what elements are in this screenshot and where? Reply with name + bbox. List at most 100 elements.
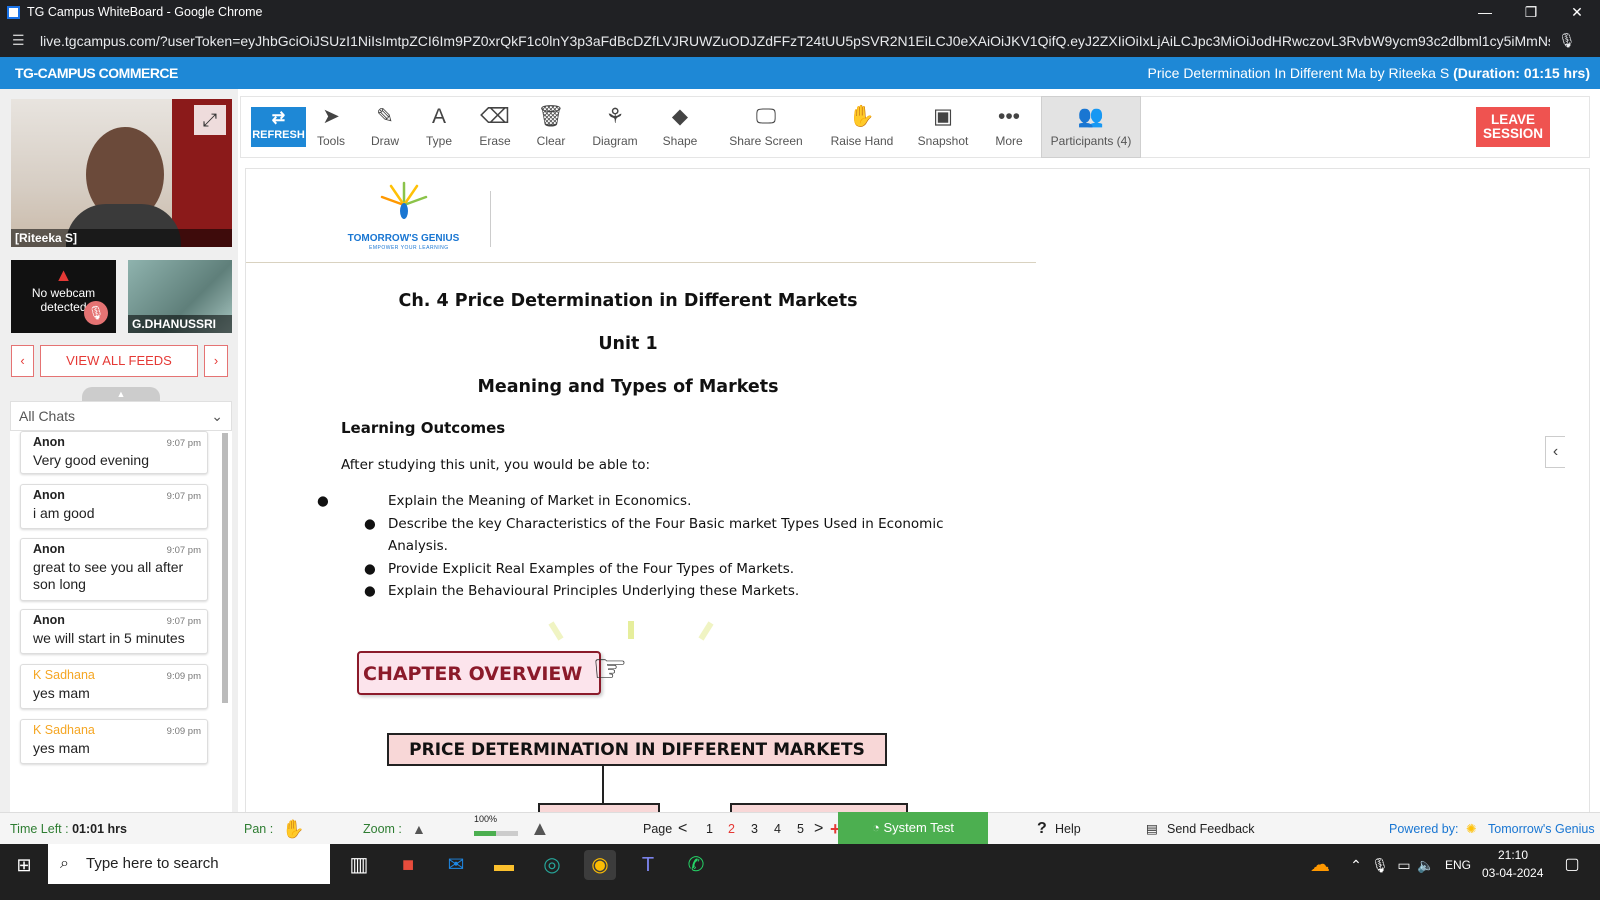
diagram-icon: ⚘ bbox=[605, 105, 625, 128]
taskbar-search[interactable]: ⌕ Type here to search bbox=[48, 844, 330, 884]
chrome-icon[interactable]: ◉ bbox=[584, 850, 616, 880]
clear-button[interactable]: 🗑 Clear bbox=[531, 97, 571, 157]
more-label: More bbox=[995, 134, 1023, 148]
edge-icon[interactable]: ◎ bbox=[536, 850, 568, 880]
system-test-button[interactable]: ◔ System Test bbox=[838, 812, 988, 844]
more-button[interactable]: ••• More bbox=[989, 97, 1029, 157]
chat-time: 9:07 pm bbox=[166, 438, 201, 449]
collapse-handle-icon[interactable]: ▲ bbox=[82, 387, 160, 401]
chat-time: 9:09 pm bbox=[166, 671, 201, 682]
zoom-in-icon[interactable]: ▲ bbox=[530, 813, 550, 845]
refresh-button[interactable]: ⇄ REFRESH bbox=[251, 107, 306, 147]
next-feed-button[interactable]: › bbox=[204, 345, 228, 377]
send-feedback-link[interactable]: Send Feedback bbox=[1167, 813, 1255, 845]
share-screen-button[interactable]: 🖵 Share Screen bbox=[721, 97, 811, 157]
mic-muted-icon: 🎙 bbox=[84, 301, 108, 325]
no-webcam-tile[interactable]: ▲ No webcam detected 🎙 bbox=[11, 260, 116, 333]
page-next-icon[interactable]: > bbox=[814, 813, 823, 845]
whiteboard-canvas[interactable]: TOMORROW'S GENIUS EMPOWER YOUR LEARNING … bbox=[245, 168, 1590, 828]
store-icon[interactable]: ■ bbox=[392, 850, 424, 880]
pencil-icon: ✎ bbox=[376, 105, 394, 128]
snapshot-button[interactable]: ▣ Snapshot bbox=[913, 97, 973, 157]
teams-icon[interactable]: T bbox=[632, 850, 664, 880]
site-settings-icon[interactable]: ☰ bbox=[12, 32, 28, 49]
chevron-down-icon: ⌄ bbox=[211, 407, 223, 424]
participants-icon: 👥 bbox=[1077, 105, 1105, 128]
outcome-text: Provide Explicit Real Examples of the Fo… bbox=[388, 560, 795, 577]
feedback-icon[interactable]: ▤ bbox=[1146, 813, 1158, 845]
participants-label: Participants (4) bbox=[1050, 134, 1132, 148]
whatsapp-icon[interactable]: ✆ bbox=[680, 850, 712, 880]
clock-time[interactable]: 21:10 bbox=[1498, 848, 1528, 862]
search-icon: ⌕ bbox=[60, 855, 69, 872]
leave-session-button[interactable]: LEAVE SESSION bbox=[1476, 107, 1550, 147]
chat-time: 9:07 pm bbox=[166, 491, 201, 502]
expand-icon[interactable]: ⤢ bbox=[194, 105, 226, 135]
logo-name: TOMORROW'S GENIUS bbox=[347, 233, 460, 244]
pan-hand-icon[interactable]: ✋ bbox=[282, 813, 304, 845]
address-bar[interactable]: ☰ live.tgcampus.com/?userToken=eyJhbGciO… bbox=[0, 24, 1600, 57]
chapter-title: Ch. 4 Price Determination in Different M… bbox=[398, 291, 858, 311]
chart-title-label: PRICE DETERMINATION IN DIFFERENT MARKETS bbox=[409, 740, 865, 760]
chat-filter-select[interactable]: All Chats ⌄ bbox=[10, 401, 232, 431]
page-5[interactable]: 5 bbox=[797, 813, 804, 845]
time-left: Time Left : 01:01 hrs bbox=[10, 813, 127, 845]
page-prev-icon[interactable]: < bbox=[678, 813, 687, 845]
erase-button[interactable]: ⌫ Erase bbox=[473, 97, 517, 157]
help-icon[interactable]: ? bbox=[1037, 813, 1047, 845]
raise-hand-button[interactable]: ✋ Raise Hand bbox=[824, 97, 900, 157]
file-explorer-icon[interactable]: ▬ bbox=[488, 850, 520, 880]
zoom-out-icon[interactable]: ▲ bbox=[412, 813, 426, 845]
type-button[interactable]: A Type bbox=[419, 97, 459, 157]
volume-icon[interactable]: 🔈 bbox=[1410, 850, 1442, 880]
outcome-text: Explain the Behavioural Principles Under… bbox=[388, 583, 800, 599]
weather-icon[interactable]: ☁ bbox=[1304, 850, 1336, 880]
close-icon[interactable]: ✕ bbox=[1554, 0, 1600, 24]
task-view-icon[interactable]: ▥ bbox=[343, 850, 375, 880]
clock-date[interactable]: 03-04-2024 bbox=[1482, 866, 1543, 880]
notification-icon[interactable]: ▢ bbox=[1556, 850, 1588, 880]
participants-button[interactable]: 👥 Participants (4) bbox=[1041, 96, 1141, 158]
draw-button[interactable]: ✎ Draw bbox=[365, 97, 405, 157]
language-indicator[interactable]: ENG bbox=[1445, 858, 1471, 872]
page-4[interactable]: 4 bbox=[774, 813, 781, 845]
chat-time: 9:09 pm bbox=[166, 726, 201, 737]
shape-button[interactable]: ◆ Shape bbox=[657, 97, 703, 157]
chat-scrollbar[interactable] bbox=[222, 433, 228, 703]
shape-icon: ◆ bbox=[671, 105, 689, 128]
outcome-item: ● Describe the key Characteristics of the… bbox=[364, 515, 944, 532]
left-panel: ⤢ [Riteeka S] ▲ No webcam detected 🎙 G.D… bbox=[0, 89, 238, 900]
windows-taskbar: ⊞ ⌕ Type here to search ▥ ■ ✉ ▬ ◎ ◉ T ✆ … bbox=[0, 844, 1600, 900]
chat-text: yes mam bbox=[33, 740, 90, 756]
help-link[interactable]: Help bbox=[1055, 813, 1081, 845]
page-1[interactable]: 1 bbox=[706, 813, 713, 845]
chat-text: great to see you all after son long bbox=[33, 559, 184, 592]
header-rule bbox=[246, 262, 1036, 263]
url-text[interactable]: live.tgcampus.com/?userToken=eyJhbGciOiJ… bbox=[40, 33, 1550, 49]
draw-label: Draw bbox=[370, 134, 399, 148]
mail-icon[interactable]: ✉ bbox=[440, 850, 472, 880]
participant-video[interactable]: G.DHANUSSRI bbox=[128, 260, 232, 333]
presenter-video[interactable]: ⤢ [Riteeka S] bbox=[11, 99, 232, 247]
chat-message: K Sadhana 9:09 pm yes mam bbox=[20, 664, 208, 709]
minimize-icon[interactable]: — bbox=[1462, 0, 1508, 24]
diagram-button[interactable]: ⚘ Diagram bbox=[587, 97, 643, 157]
view-all-feeds-button[interactable]: VIEW ALL FEEDS bbox=[40, 345, 198, 377]
learning-outcomes-heading: Learning Outcomes bbox=[341, 419, 506, 437]
side-panel-toggle-icon[interactable]: ‹ bbox=[1545, 436, 1565, 468]
chart-connector bbox=[602, 766, 604, 806]
zoom-slider[interactable] bbox=[474, 831, 518, 836]
prev-feed-button[interactable]: ‹ bbox=[11, 345, 34, 377]
page-2[interactable]: 2 bbox=[728, 813, 735, 845]
chat-list[interactable]: Anon 9:07 pm Very good evening Anon 9:07… bbox=[10, 431, 232, 871]
mic-icon[interactable]: 🎙 bbox=[1558, 32, 1576, 49]
tomorrows-genius-logo: TOMORROW'S GENIUS EMPOWER YOUR LEARNING bbox=[341, 179, 461, 251]
restore-icon[interactable]: ❐ bbox=[1508, 0, 1554, 24]
unit-subtitle: Meaning and Types of Markets bbox=[477, 377, 779, 397]
type-label: Type bbox=[425, 134, 452, 148]
page-3[interactable]: 3 bbox=[751, 813, 758, 845]
tools-button[interactable]: ➤ Tools bbox=[311, 97, 351, 157]
windows-start-icon[interactable]: ⊞ bbox=[8, 850, 40, 880]
chat-message: K Sadhana 9:09 pm yes mam bbox=[20, 719, 208, 764]
powered-by-brand[interactable]: Tomorrow's Genius bbox=[1488, 813, 1595, 845]
